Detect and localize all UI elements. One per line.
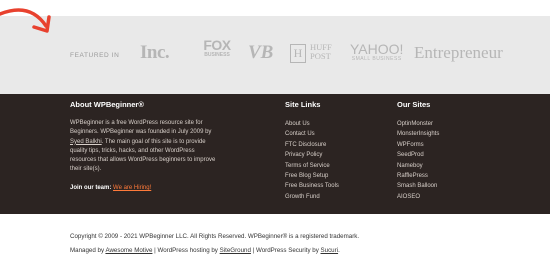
- huffpost-logo-line2: POST: [310, 51, 331, 61]
- fox-logo-main: FOX: [203, 37, 231, 53]
- our-site-optinmonster[interactable]: OptinMonster: [397, 119, 487, 129]
- join-team: Join our team: We are Hiring!: [70, 184, 220, 193]
- yahoo-small-business-logo: YAHOO! SMALL BUSINESS: [350, 42, 403, 62]
- about-text: WPBeginner is a free WordPress resource …: [70, 119, 220, 175]
- hosting-prefix: | WordPress hosting by: [152, 247, 220, 254]
- our-site-nameboy[interactable]: Nameboy: [397, 161, 487, 171]
- huffpost-logo-text: HUFF POST: [310, 43, 332, 61]
- founder-link[interactable]: Syed Balkhi: [70, 139, 102, 145]
- our-sites-column: Our Sites OptinMonster MonsterInsights W…: [397, 100, 487, 202]
- site-links-list: About Us Contact Us FTC Disclosure Priva…: [285, 119, 375, 202]
- managed-prefix: Managed by: [70, 247, 106, 254]
- copyright-line: Copyright © 2009 - 2021 WPBeginner LLC. …: [70, 233, 360, 240]
- venturebeat-logo: VB: [248, 42, 274, 63]
- our-sites-list: OptinMonster MonsterInsights WPForms See…: [397, 119, 487, 202]
- site-link-privacy-policy[interactable]: Privacy Policy: [285, 150, 375, 160]
- site-links-column: Site Links About Us Contact Us FTC Discl…: [285, 100, 375, 202]
- yahoo-logo-sub: SMALL BUSINESS: [351, 56, 402, 62]
- about-text-part1: WPBeginner is a free WordPress resource …: [70, 120, 212, 136]
- site-link-contact-us[interactable]: Contact Us: [285, 129, 375, 139]
- siteground-link[interactable]: SiteGround: [220, 247, 251, 254]
- site-link-terms-of-service[interactable]: Terms of Service: [285, 161, 375, 171]
- sucuri-link[interactable]: Sucuri: [321, 247, 339, 254]
- about-heading: About WPBeginner®: [70, 100, 144, 109]
- awesome-motive-link[interactable]: Awesome Motive: [105, 247, 152, 254]
- entrepreneur-logo: Entrepreneur: [414, 43, 503, 62]
- our-site-aioseo[interactable]: AIOSEO: [397, 192, 487, 202]
- our-site-smash-balloon[interactable]: Smash Balloon: [397, 181, 487, 191]
- security-prefix: | WordPress Security by: [250, 247, 321, 254]
- red-arrow-icon: [0, 8, 51, 33]
- site-link-free-business-tools[interactable]: Free Business Tools: [285, 181, 375, 191]
- managed-line: Managed by Awesome Motive | WordPress ho…: [70, 244, 359, 258]
- our-sites-heading: Our Sites: [397, 100, 431, 109]
- hiring-link[interactable]: We are Hiring!: [113, 185, 151, 191]
- site-link-growth-fund[interactable]: Growth Fund: [285, 192, 375, 202]
- yahoo-logo-main: YAHOO!: [350, 41, 404, 57]
- copyright-block: Copyright © 2009 - 2021 WPBeginner LLC. …: [70, 230, 359, 258]
- managed-end: .: [338, 247, 340, 254]
- fox-business-logo: FOX BUSINESS: [198, 38, 236, 58]
- site-link-free-blog-setup[interactable]: Free Blog Setup: [285, 171, 375, 181]
- inc-logo: Inc.: [140, 42, 170, 63]
- our-site-wpforms[interactable]: WPForms: [397, 140, 487, 150]
- about-column: About WPBeginner® WPBeginner is a free W…: [70, 100, 220, 193]
- site-link-ftc-disclosure[interactable]: FTC Disclosure: [285, 140, 375, 150]
- our-site-seedprod[interactable]: SeedProd: [397, 150, 487, 160]
- our-site-rafflepress[interactable]: RafflePress: [397, 171, 487, 181]
- our-site-monsterinsights[interactable]: MonsterInsights: [397, 129, 487, 139]
- huffpost-logo-box: H: [290, 44, 306, 63]
- join-label: Join our team:: [70, 184, 112, 191]
- footer-dark-section: About WPBeginner® WPBeginner is a free W…: [0, 94, 550, 214]
- site-links-heading: Site Links: [285, 100, 321, 109]
- site-link-about-us[interactable]: About Us: [285, 119, 375, 129]
